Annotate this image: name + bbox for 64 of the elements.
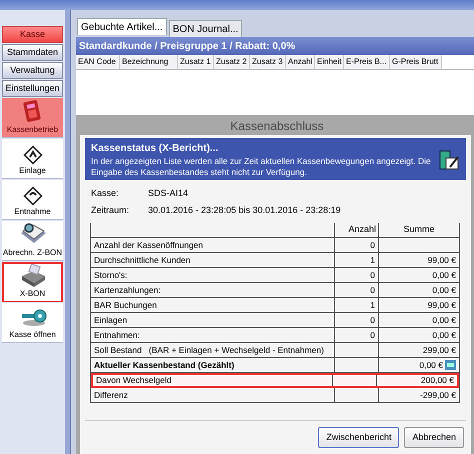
row-label: Davon Wechselgeld [96,374,172,387]
tab[interactable]: BON Journal... [168,20,242,37]
sum-cell: 200,00 € [420,374,454,387]
sidebar-tile[interactable]: Kassenbetrieb [2,98,63,138]
tab[interactable]: Gebuchte Artikel... [77,18,167,35]
count-cell: 0 [370,328,375,342]
calculator-pencil-icon [438,148,460,170]
calculator-icon [22,100,44,124]
sum-cell: 299,00 € [422,344,456,356]
row-label: BAR Buchungen [94,298,157,312]
banner-text: In der angezeigten Liste werden alle zur Zeit aktuellen Kassenbewegungen angezeigt. Die Eingabe des Kassenbestandes steht nicht zur Verfügung. [91,156,432,178]
sum-cell: 0,00 € [432,268,456,282]
column-header[interactable]: G-Preis Brutt [390,55,442,69]
count-cell: 1 [370,254,375,266]
column-header[interactable]: Anzahl [286,55,315,69]
field-value: SDS-AI14 [148,187,188,200]
sum-cell: 0,00 € [432,314,456,326]
column-header[interactable]: Zusatz 1 [178,55,214,69]
row-label: Soll Bestand (BAR + Einlagen + Wechselgeld - Entnahmen) [94,344,324,356]
column-header[interactable]: Zusatz 3 [250,55,286,69]
field-value: 30.01.2016 - 23:28:05 bis 30.01.2016 - 23:28:19 [148,204,341,216]
sum-cell: 0,00 € [432,328,456,342]
column-header[interactable]: E-Preis B... [344,55,390,69]
row-label: Differenz [94,388,128,402]
customer-bar: Standardkunde / Preisgruppe 1 / Rabatt: 0,0% [76,37,474,55]
sum-cell: 0,00 € [432,284,456,296]
sidebar-button[interactable]: Kasse [2,26,63,43]
column-header[interactable]: Zusatz 2 [214,55,250,69]
sum-cell: 99,00 € [428,254,456,266]
row-label: Anzahl der Kassenöffnungen [94,238,204,252]
sidebar-tile[interactable]: Einlage [2,139,63,179]
column-header: Anzahl [335,223,379,237]
sidebar-button[interactable]: Stammdaten [2,44,63,61]
count-cell: 0 [370,314,375,326]
dialog-button[interactable]: Zwischenbericht [318,427,400,448]
column-header[interactable]: Bezeichnung [120,55,178,69]
dialog-button[interactable]: Abbrechen [404,427,464,448]
dialog-title: Kassenabschluss [229,118,325,135]
count-cell: 0 [370,284,375,296]
row-label: Aktueller Kassenbestand (Gezählt) [94,358,234,372]
count-cell: 0 [370,238,375,252]
column-header: Summe [402,223,436,236]
row-label: Entnahmen: [94,328,140,342]
banner-title: Kassenstatus (X-Bericht)... [91,142,220,156]
sidebar-tile[interactable]: Abrechn. Z-BON [2,221,63,261]
sidebar-tile[interactable]: Kasse öffnen [2,303,63,343]
edit-icon[interactable] [445,360,456,370]
row-label: Durchschnittliche Kunden [94,254,190,266]
sum-cell: 99,00 € [428,298,456,312]
sum-cell: -299,00 € [420,388,456,402]
sidebar-tile[interactable]: X-BON [2,262,63,302]
column-header[interactable]: Einheit [315,55,344,69]
sidebar-button[interactable]: Einstellungen [2,80,63,97]
row-label: Einlagen [94,314,128,326]
sum-cell: 0,00 € [419,358,443,372]
column-header[interactable]: EAN Code [76,55,120,69]
row-label: Kartenzahlungen: [94,284,161,296]
field-label: Zeitraum: [91,204,130,216]
sidebar-button[interactable]: Verwaltung [2,62,63,79]
count-cell: 1 [370,298,375,312]
sidebar-tile[interactable]: Entnahme [2,180,63,220]
count-cell: 0 [370,268,375,282]
field-label: Kasse: [91,187,120,200]
row-label: Storno's: [94,268,128,282]
